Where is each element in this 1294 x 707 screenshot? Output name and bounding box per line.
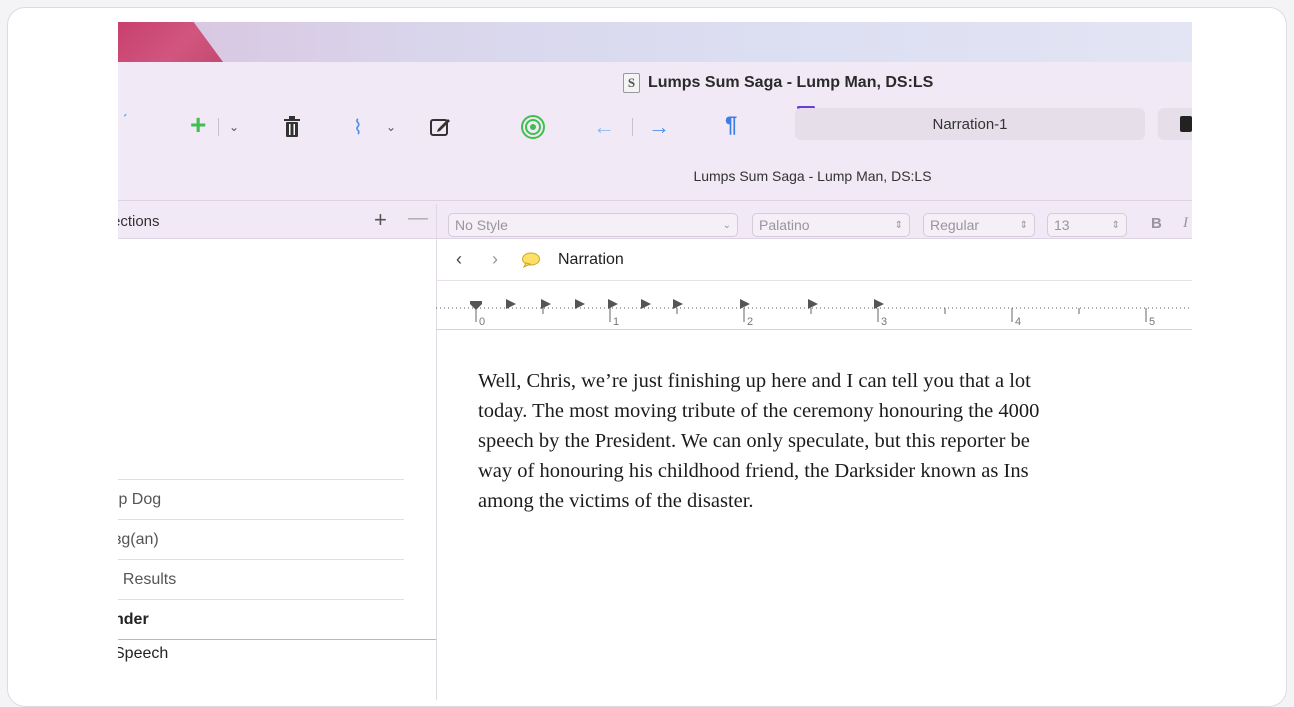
document-icon: S [623, 73, 640, 93]
document-name: Narration [558, 251, 624, 268]
editor-line: speech by the President. We can only spe… [478, 430, 1030, 452]
plus-icon[interactable]: + [190, 111, 206, 139]
text-editor[interactable]: Well, Chris, we’re just finishing up her… [478, 366, 1192, 516]
divider [118, 200, 1192, 201]
list-item-label: nder [118, 610, 149, 628]
list-item-label: Speech [118, 645, 169, 662]
editor-line: way of honouring his childhood friend, t… [478, 460, 1029, 482]
style-select-value: No Style [455, 217, 508, 233]
editor-nav-bar: ‹ › Narration [436, 239, 1192, 281]
desktop-wallpaper [118, 22, 1192, 62]
list-item-label: ı Results [118, 570, 177, 588]
list-item[interactable]: nder [118, 599, 404, 639]
chevron-left-icon[interactable]: ‹ [456, 249, 462, 270]
scrivener-window: S Lumps Sum Saga - Lump Man, DS:LS ˊ + ⌄… [118, 22, 1192, 700]
screenshot-frame: S Lumps Sum Saga - Lump Man, DS:LS ˊ + ⌄… [7, 7, 1287, 707]
toolbar-separator [218, 118, 219, 136]
ruler-tick-label: 2 [747, 316, 754, 328]
ruler-tick-label: 3 [881, 316, 888, 328]
collections-pane: ıp Dog ɜg(an) ı Results nder Speech [118, 239, 436, 700]
toolbar-partial-icon[interactable]: ˊ [118, 110, 132, 134]
editor-line: Well, Chris, we’re just finishing up her… [478, 370, 1031, 392]
wallpaper-shape [118, 22, 223, 62]
window-title-text: Lumps Sum Saga - Lump Man, DS:LS [648, 74, 934, 91]
list-item[interactable]: Speech [118, 639, 436, 679]
style-select[interactable]: No Style ⌄ [448, 213, 738, 237]
font-select-value: Palatino [759, 217, 810, 233]
editor-line: among the victims of the disaster. [478, 490, 754, 512]
size-select-value: 13 [1054, 217, 1070, 233]
collections-header: ections + — [118, 204, 436, 238]
ruler-tick-label: 4 [1015, 316, 1022, 328]
updown-icon: ⇕ [1111, 219, 1120, 231]
editor-line: today. The most moving tribute of the ce… [478, 400, 1040, 422]
trash-icon[interactable] [283, 116, 301, 138]
list-item-label: ɜg(an) [118, 530, 159, 548]
arrow-right-icon[interactable]: → [648, 114, 670, 140]
add-collection-button[interactable]: + [374, 207, 387, 233]
remove-collection-button[interactable]: — [408, 207, 428, 230]
bold-button[interactable]: B [1151, 215, 1162, 232]
inspector-button[interactable] [1158, 108, 1192, 140]
inspector-icon [1180, 116, 1192, 132]
list-item-label: ıp Dog [118, 490, 162, 508]
chevron-right-icon[interactable]: › [492, 249, 498, 270]
format-bar: No Style ⌄ Palatino ⇕ Regular ⇕ 13 ⇕ B I [436, 204, 1192, 238]
font-select[interactable]: Palatino ⇕ [752, 213, 910, 237]
document-title-field[interactable]: Narration-1 [795, 108, 1145, 140]
collections-label: ections [118, 212, 160, 230]
chevron-down-icon[interactable]: ⌄ [386, 120, 396, 134]
paperclip-icon[interactable]: ⌇ [353, 115, 363, 140]
paragraph-icon[interactable]: ¶ [725, 112, 737, 138]
italic-button[interactable]: I [1183, 215, 1188, 232]
weight-select-value: Regular [930, 217, 980, 233]
document-title-field-text: Narration-1 [932, 115, 1008, 133]
ruler-tick-label: 5 [1149, 316, 1156, 328]
size-select[interactable]: 13 ⇕ [1047, 213, 1127, 237]
target-icon[interactable] [520, 114, 546, 140]
window-title: S Lumps Sum Saga - Lump Man, DS:LS [623, 71, 933, 95]
ruler-tick-label: 1 [613, 316, 620, 328]
ruler-tick-label: 0 [479, 316, 486, 328]
updown-icon: ⇕ [1019, 219, 1028, 231]
speech-bubble-icon [521, 252, 541, 269]
chevron-down-icon[interactable]: ⌄ [229, 120, 239, 134]
updown-icon: ⇕ [894, 219, 903, 231]
toolbar-separator [632, 118, 633, 136]
list-item[interactable]: ı Results [118, 559, 404, 599]
ruler[interactable]: 0 1 2 3 4 5 [436, 282, 1192, 330]
compose-icon[interactable] [430, 117, 452, 137]
weight-select[interactable]: Regular ⇕ [923, 213, 1035, 237]
chevron-down-icon: ⌄ [722, 219, 731, 231]
arrow-left-icon[interactable]: ← [593, 114, 615, 140]
list-item[interactable]: ɜg(an) [118, 519, 404, 559]
editor-header-title: Lumps Sum Saga - Lump Man, DS:LS [693, 168, 932, 184]
list-item[interactable]: ıp Dog [118, 479, 404, 519]
